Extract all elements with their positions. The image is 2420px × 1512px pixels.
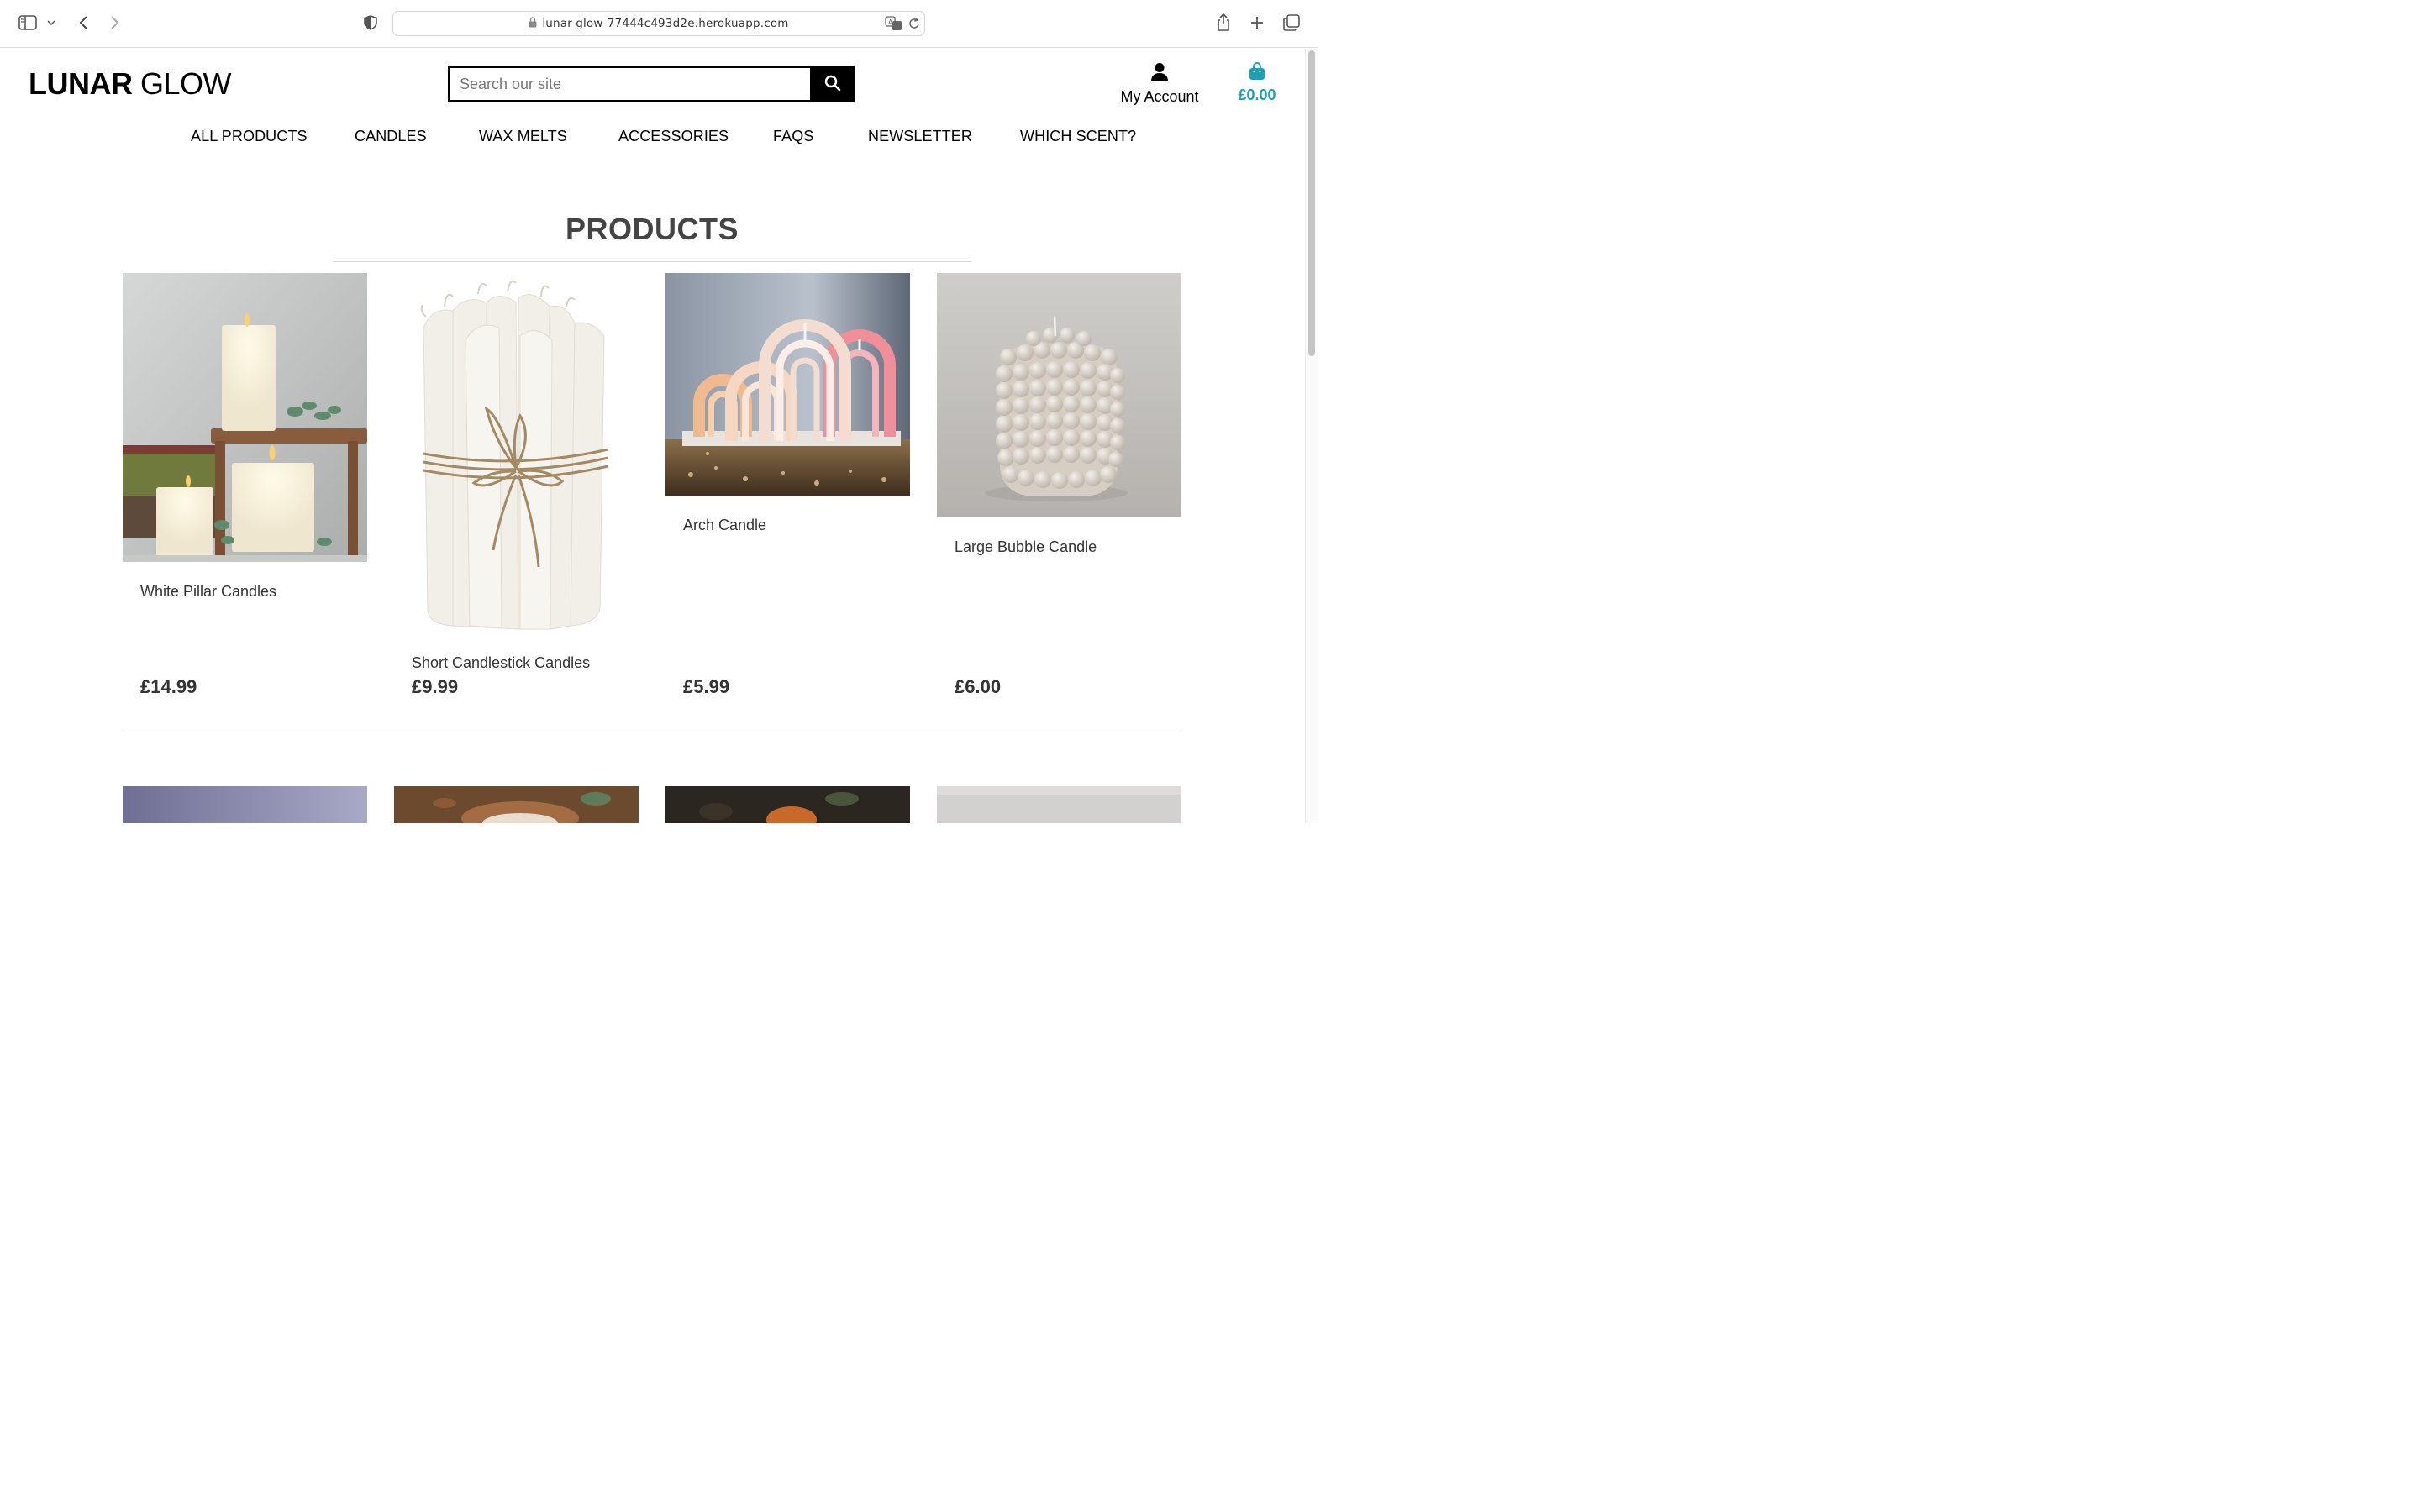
product-price: £6.00 <box>955 676 1002 697</box>
new-tab-icon[interactable] <box>1246 12 1268 34</box>
forward-icon[interactable] <box>104 12 126 34</box>
shopping-bag-link[interactable]: £0.00 <box>1232 62 1282 106</box>
product-name[interactable]: White Pillar Candles <box>140 583 276 601</box>
product-price: £14.99 <box>140 676 197 697</box>
bag-total: £0.00 <box>1238 87 1276 103</box>
nav-newsletter[interactable]: NEWSLETTER <box>868 128 972 145</box>
nav-faqs[interactable]: FAQS <box>773 128 813 145</box>
product-card[interactable]: White Pillar Candles £14.99 <box>123 273 367 710</box>
product-price: £9.99 <box>412 676 459 697</box>
logo-light-text: GLOW <box>140 66 232 101</box>
product-image[interactable] <box>394 273 639 634</box>
product-name[interactable]: Large Bubble Candle <box>955 538 1097 556</box>
address-bar[interactable]: lunar-glow-77444c493d2e.herokuapp.com A <box>392 11 925 36</box>
nav-accessories[interactable]: ACCESSORIES <box>618 128 729 145</box>
lock-icon <box>529 17 537 31</box>
sidebar-toggle-icon[interactable] <box>17 12 39 34</box>
search-icon <box>824 75 841 94</box>
product-name[interactable]: Short Candlestick Candles <box>412 654 590 672</box>
scrollbar-thumb[interactable] <box>1308 50 1315 356</box>
title-divider <box>333 261 971 262</box>
main-navigation: ALL PRODUCTS CANDLES WAX MELTS ACCESSORI… <box>0 128 1302 151</box>
browser-toolbar: lunar-glow-77444c493d2e.herokuapp.com A <box>0 0 1318 48</box>
search-button[interactable] <box>810 66 855 102</box>
nav-all-products[interactable]: ALL PRODUCTS <box>191 128 308 145</box>
product-price: £5.99 <box>683 676 730 697</box>
tab-overview-icon[interactable] <box>1281 12 1302 34</box>
product-image[interactable] <box>394 786 639 823</box>
nav-which-scent[interactable]: WHICH SCENT? <box>1020 128 1136 145</box>
product-image[interactable] <box>123 273 367 562</box>
reload-icon[interactable] <box>908 17 921 34</box>
svg-text:A: A <box>888 18 893 26</box>
site-logo[interactable]: LUNAR GLOW <box>29 66 232 101</box>
product-card[interactable]: Large Bubble Candle £6.00 <box>937 273 1181 710</box>
user-icon <box>1150 63 1169 86</box>
product-image[interactable] <box>123 786 367 823</box>
url-field[interactable]: lunar-glow-77444c493d2e.herokuapp.com <box>393 17 924 31</box>
product-image[interactable] <box>937 786 1181 823</box>
page-scrollbar[interactable] <box>1305 49 1318 823</box>
nav-wax-melts[interactable]: WAX MELTS <box>479 128 567 145</box>
my-account-label: My Account <box>1120 88 1199 105</box>
product-card[interactable]: Short Candlestick Candles £9.99 <box>394 273 639 710</box>
page-title: PRODUCTS <box>565 212 739 246</box>
logo-bold-text: LUNAR <box>29 66 133 101</box>
url-text: lunar-glow-77444c493d2e.herokuapp.com <box>542 17 789 30</box>
shopping-bag-icon <box>1249 62 1265 84</box>
translate-icon[interactable]: A <box>885 16 903 35</box>
chevron-down-icon[interactable] <box>42 12 60 34</box>
my-account-link[interactable]: My Account <box>1118 62 1202 106</box>
product-image[interactable] <box>937 273 1181 517</box>
nav-candles[interactable]: CANDLES <box>355 128 427 145</box>
share-icon[interactable] <box>1213 12 1234 34</box>
product-name[interactable]: Arch Candle <box>683 517 766 534</box>
search-input[interactable] <box>448 66 810 102</box>
product-image[interactable] <box>666 786 910 823</box>
back-icon[interactable] <box>72 12 94 34</box>
product-image[interactable] <box>666 273 910 496</box>
search-form <box>448 66 855 102</box>
privacy-shield-icon[interactable] <box>360 12 381 34</box>
product-card[interactable]: Arch Candle £5.99 <box>666 273 910 710</box>
